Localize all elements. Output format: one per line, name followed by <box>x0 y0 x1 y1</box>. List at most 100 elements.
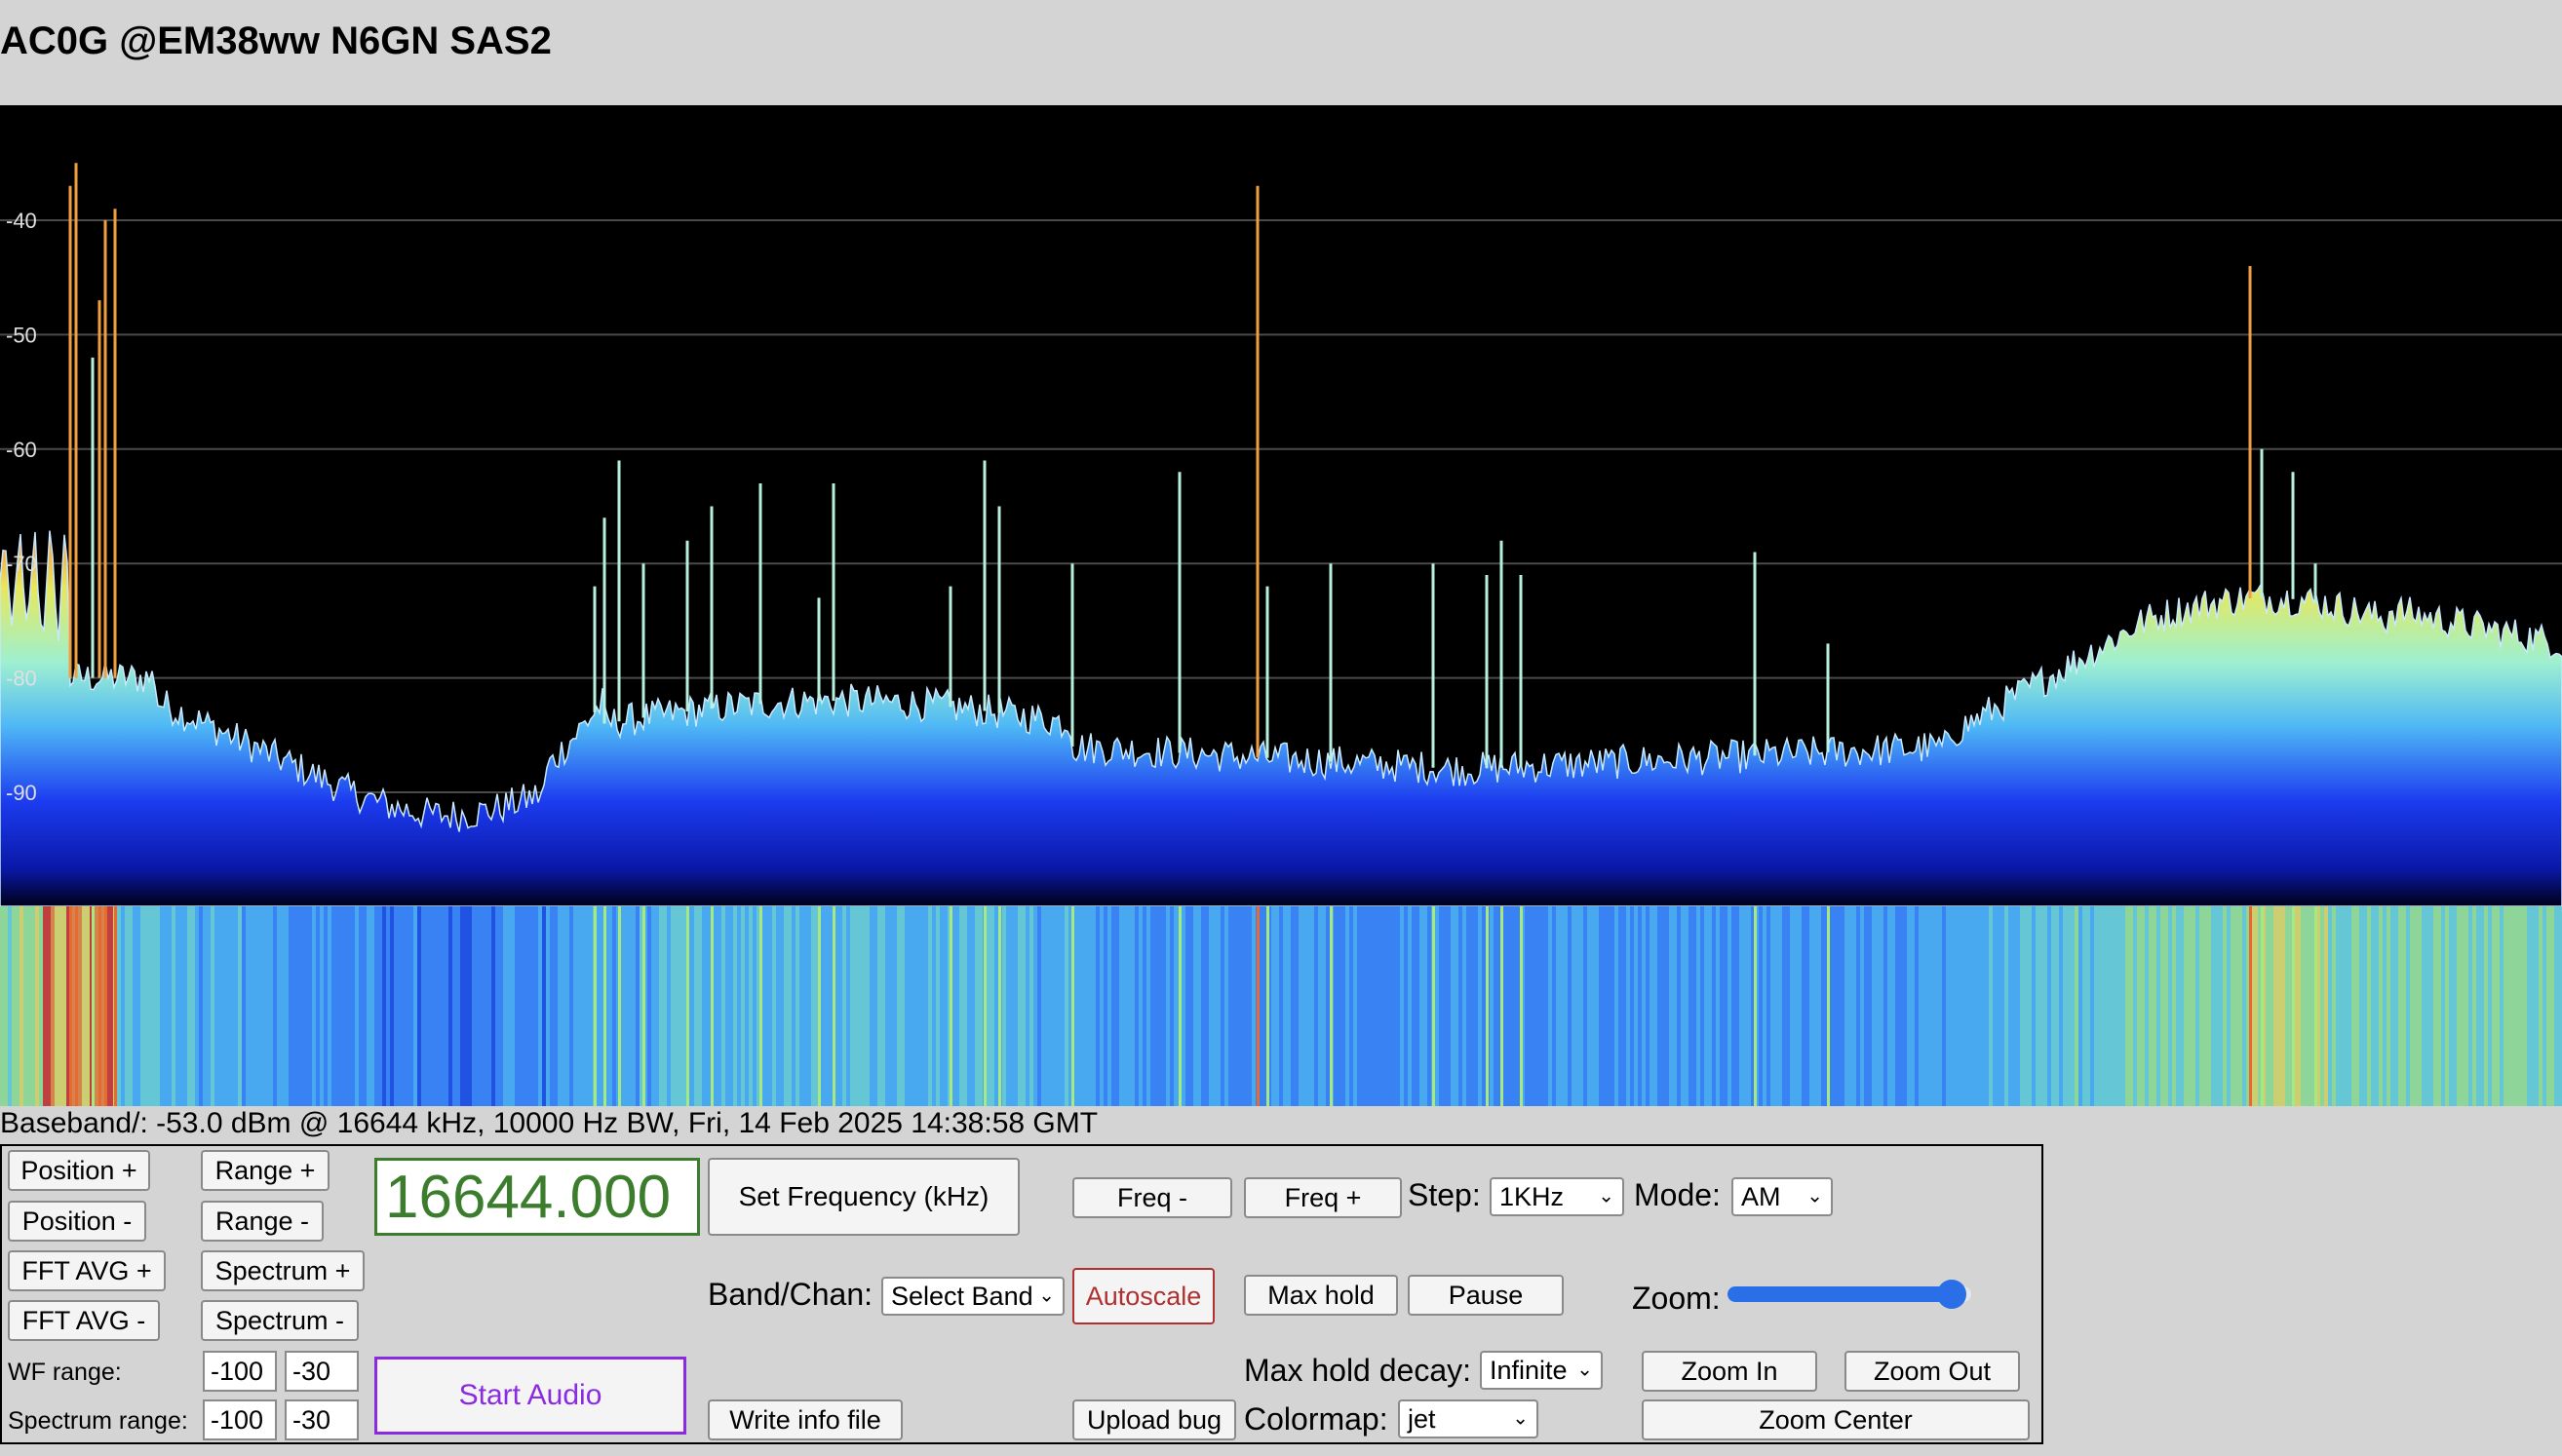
mode-select[interactable]: AM ⌄ <box>1731 1177 1833 1216</box>
position-plus-button[interactable]: Position + <box>8 1150 150 1191</box>
write-info-file-button[interactable]: Write info file <box>708 1399 903 1440</box>
waterfall-stripe <box>1361 906 1365 1106</box>
waterfall-stripe <box>2067 906 2071 1106</box>
waterfall-stripe <box>526 906 530 1106</box>
spectrum-minus-button[interactable]: Spectrum - <box>201 1300 359 1341</box>
waterfall-stripe <box>1466 906 1470 1106</box>
waterfall-stripe <box>437 906 441 1106</box>
waterfall-stripe <box>1287 906 1291 1106</box>
waterfall-stripe <box>2234 906 2238 1106</box>
fft-avg-minus-button[interactable]: FFT AVG - <box>8 1300 160 1341</box>
waterfall-stripe <box>1494 906 1497 1106</box>
wf-range-max-input[interactable]: -30 <box>285 1351 359 1392</box>
waterfall-stripe <box>2515 906 2519 1106</box>
max-hold-button[interactable]: Max hold <box>1244 1275 1398 1316</box>
waterfall-stripe <box>1018 906 1022 1106</box>
waterfall-stripe <box>1193 906 1197 1106</box>
waterfall-stripe <box>1345 906 1349 1106</box>
waterfall-stripe <box>23 906 27 1106</box>
waterfall-stripe <box>2531 906 2535 1106</box>
fft-avg-plus-button[interactable]: FFT AVG + <box>8 1250 166 1291</box>
waterfall-stripe <box>1076 906 1080 1106</box>
spectrum-plot[interactable]: -40 -50 -60 -70 -80 -90 <box>0 105 2562 906</box>
waterfall-stripe <box>1872 906 1876 1106</box>
pause-button[interactable]: Pause <box>1408 1275 1564 1316</box>
waterfall-stripe <box>214 906 218 1106</box>
waterfall-signal-line <box>75 906 78 1106</box>
waterfall-stripe <box>1447 906 1451 1106</box>
waterfall-stripe <box>1614 906 1618 1106</box>
waterfall-stripe <box>1856 906 1860 1106</box>
waterfall-stripe <box>1922 906 1926 1106</box>
waterfall-stripe <box>2195 906 2199 1106</box>
waterfall-stripe <box>8 906 12 1106</box>
frequency-input[interactable]: 16644.000 <box>374 1158 700 1236</box>
y-tick-label: -40 <box>6 209 37 233</box>
set-frequency-button[interactable]: Set Frequency (kHz) <box>708 1158 1020 1236</box>
waterfall-stripe <box>320 906 324 1106</box>
waterfall-stripe <box>499 906 503 1106</box>
waterfall-stripe <box>2359 906 2363 1106</box>
waterfall-display[interactable] <box>0 906 2562 1106</box>
range-minus-button[interactable]: Range - <box>201 1201 324 1242</box>
waterfall-stripe <box>2496 906 2500 1106</box>
waterfall-signal-line <box>1827 906 1830 1106</box>
waterfall-stripe <box>109 906 113 1106</box>
waterfall-stripe <box>2219 906 2223 1106</box>
waterfall-stripe <box>1002 906 1006 1106</box>
waterfall-stripe <box>2507 906 2511 1106</box>
max-hold-decay-select[interactable]: Infinite ⌄ <box>1480 1351 1603 1390</box>
start-audio-button[interactable]: Start Audio <box>374 1357 686 1435</box>
freq-minus-button[interactable]: Freq - <box>1072 1177 1232 1218</box>
waterfall-stripe <box>838 906 842 1106</box>
waterfall-stripe <box>495 906 499 1106</box>
spectrum-range-max-input[interactable]: -30 <box>285 1399 359 1440</box>
waterfall-stripe <box>558 906 562 1106</box>
waterfall-stripe <box>2172 906 2176 1106</box>
autoscale-button[interactable]: Autoscale <box>1072 1268 1215 1324</box>
waterfall-stripe <box>1158 906 1162 1106</box>
waterfall-stripe <box>749 906 753 1106</box>
waterfall-stripe <box>1681 906 1685 1106</box>
zoom-slider[interactable] <box>1727 1286 1971 1302</box>
waterfall-stripe <box>292 906 296 1106</box>
wf-range-min-input[interactable]: -100 <box>203 1351 277 1392</box>
waterfall-signal-line <box>1179 906 1182 1106</box>
waterfall-stripe <box>2539 906 2543 1106</box>
range-plus-button[interactable]: Range + <box>201 1150 330 1191</box>
waterfall-stripe <box>2192 906 2195 1106</box>
waterfall-stripe <box>1720 906 1724 1106</box>
waterfall-stripe <box>1837 906 1841 1106</box>
waterfall-stripe <box>858 906 862 1106</box>
waterfall-stripe <box>1470 906 1474 1106</box>
zoom-center-button[interactable]: Zoom Center <box>1642 1399 2030 1440</box>
zoom-out-button[interactable]: Zoom Out <box>1844 1351 2020 1392</box>
waterfall-stripe <box>1860 906 1864 1106</box>
band-select[interactable]: Select Band ⌄ <box>881 1277 1065 1316</box>
step-select[interactable]: 1KHz ⌄ <box>1490 1177 1624 1216</box>
waterfall-stripe <box>1747 906 1751 1106</box>
waterfall-stripe <box>2270 906 2273 1106</box>
upload-bug-button[interactable]: Upload bug <box>1072 1399 1236 1440</box>
position-minus-button[interactable]: Position - <box>8 1201 146 1242</box>
waterfall-stripe <box>1618 906 1622 1106</box>
waterfall-stripe <box>2480 906 2484 1106</box>
waterfall-signal-line <box>642 906 645 1106</box>
freq-plus-button[interactable]: Freq + <box>1244 1177 1402 1218</box>
spectrum-plus-button[interactable]: Spectrum + <box>201 1250 365 1291</box>
waterfall-stripe <box>1915 906 1919 1106</box>
zoom-slider-thumb[interactable] <box>1937 1280 1966 1309</box>
zoom-label: Zoom: <box>1632 1281 1721 1316</box>
waterfall-stripe <box>842 906 846 1106</box>
chevron-down-icon: ⌄ <box>1598 1185 1614 1207</box>
waterfall-stripe <box>1864 906 1868 1106</box>
waterfall-stripe <box>324 906 328 1106</box>
colormap-select[interactable]: jet ⌄ <box>1398 1399 1538 1438</box>
zoom-in-button[interactable]: Zoom In <box>1642 1351 1817 1392</box>
waterfall-stripe <box>944 906 948 1106</box>
waterfall-stripe <box>1782 906 1786 1106</box>
spectrum-range-min-input[interactable]: -100 <box>203 1399 277 1440</box>
waterfall-stripe <box>2523 906 2527 1106</box>
waterfall-stripe <box>523 906 526 1106</box>
waterfall-stripe <box>1455 906 1458 1106</box>
